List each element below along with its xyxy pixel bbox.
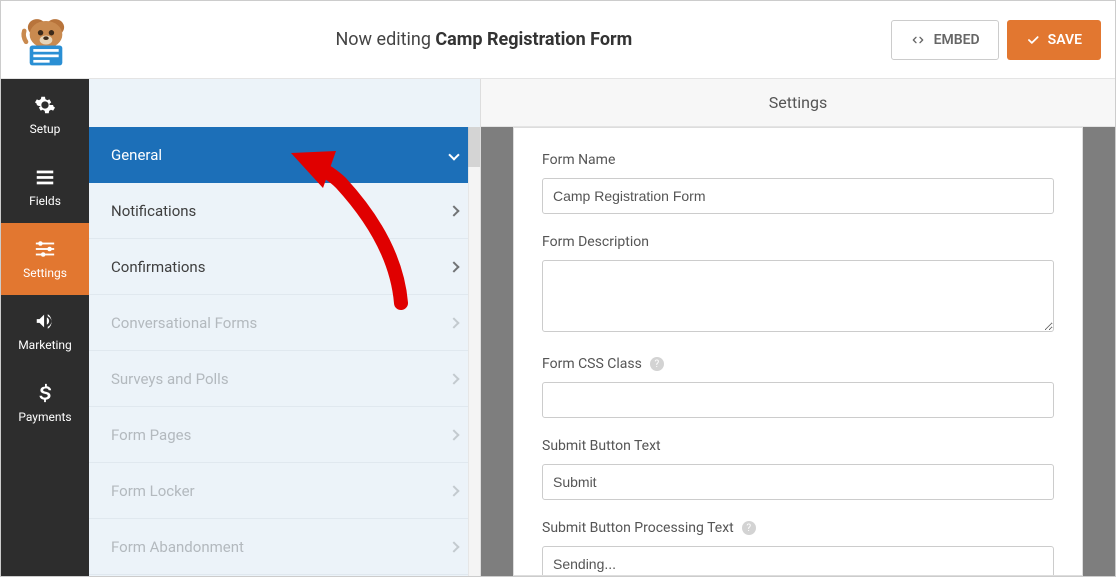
nav-fields[interactable]: Fields	[1, 151, 89, 223]
editing-title: Now editing Camp Registration Form	[77, 29, 891, 50]
content-area: Settings Form Name Form Description Form…	[481, 79, 1115, 576]
side-item-confirmations[interactable]: Confirmations	[89, 239, 480, 295]
scrollbar-track[interactable]	[468, 127, 480, 576]
help-icon[interactable]: ?	[742, 521, 756, 535]
side-conversational-label: Conversational Forms	[111, 314, 257, 332]
check-icon	[1026, 33, 1040, 47]
editing-prefix: Now editing	[335, 29, 435, 50]
nav-marketing[interactable]: Marketing	[1, 295, 89, 367]
chevron-right-icon	[448, 373, 459, 384]
chevron-down-icon	[448, 149, 459, 160]
side-item-form-abandonment[interactable]: Form Abandonment	[89, 519, 480, 575]
form-css-label: Form CSS Class	[542, 356, 642, 372]
side-form-locker-label: Form Locker	[111, 482, 195, 500]
list-icon	[34, 166, 56, 188]
nav-setup-label: Setup	[30, 122, 61, 136]
dollar-icon	[34, 382, 56, 404]
submit-text-input[interactable]	[542, 464, 1054, 500]
side-item-surveys[interactable]: Surveys and Polls	[89, 351, 480, 407]
submit-text-label: Submit Button Text	[542, 438, 1054, 454]
side-item-conversational[interactable]: Conversational Forms	[89, 295, 480, 351]
form-title: Camp Registration Form	[435, 29, 632, 50]
chevron-right-icon	[448, 261, 459, 272]
side-form-pages-label: Form Pages	[111, 426, 191, 444]
top-bar: Now editing Camp Registration Form EMBED…	[1, 1, 1115, 79]
form-name-label: Form Name	[542, 152, 1054, 168]
side-notifications-label: Notifications	[111, 202, 196, 220]
submit-proc-label: Submit Button Processing Text	[542, 520, 734, 536]
chevron-right-icon	[448, 317, 459, 328]
form-css-input[interactable]	[542, 382, 1054, 418]
nav-fields-label: Fields	[29, 194, 61, 208]
help-icon[interactable]: ?	[650, 357, 664, 371]
form-desc-input[interactable]	[542, 260, 1054, 332]
bullhorn-icon	[34, 310, 56, 332]
embed-label: EMBED	[934, 32, 980, 48]
nav-setup[interactable]: Setup	[1, 79, 89, 151]
chevron-right-icon	[448, 205, 459, 216]
save-button[interactable]: SAVE	[1007, 20, 1101, 60]
sliders-icon	[34, 238, 56, 260]
side-form-abandonment-label: Form Abandonment	[111, 538, 244, 556]
form-desc-label: Form Description	[542, 234, 1054, 250]
gear-icon	[34, 94, 56, 116]
nav-settings[interactable]: Settings	[1, 223, 89, 295]
settings-form: Form Name Form Description Form CSS Clas…	[513, 127, 1083, 576]
wpforms-logo	[15, 9, 77, 71]
chevron-right-icon	[448, 429, 459, 440]
save-label: SAVE	[1048, 32, 1082, 48]
settings-side-panel: General Notifications Confirmations Conv…	[89, 79, 481, 576]
side-item-general[interactable]: General	[89, 127, 480, 183]
left-nav: Setup Fields Settings Marketing Payments	[1, 79, 89, 576]
side-general-label: General	[111, 146, 162, 164]
side-surveys-label: Surveys and Polls	[111, 370, 229, 388]
nav-marketing-label: Marketing	[18, 338, 72, 352]
code-icon	[910, 32, 926, 48]
nav-payments[interactable]: Payments	[1, 367, 89, 439]
scrollbar-thumb[interactable]	[468, 127, 480, 167]
side-item-notifications[interactable]: Notifications	[89, 183, 480, 239]
nav-settings-label: Settings	[23, 266, 67, 280]
nav-payments-label: Payments	[18, 410, 71, 424]
submit-proc-input[interactable]	[542, 546, 1054, 576]
embed-button[interactable]: EMBED	[891, 20, 999, 60]
settings-heading: Settings	[481, 79, 1115, 127]
side-confirmations-label: Confirmations	[111, 258, 205, 276]
side-item-form-locker[interactable]: Form Locker	[89, 463, 480, 519]
chevron-right-icon	[448, 541, 459, 552]
chevron-right-icon	[448, 485, 459, 496]
form-name-input[interactable]	[542, 178, 1054, 214]
side-item-form-pages[interactable]: Form Pages	[89, 407, 480, 463]
